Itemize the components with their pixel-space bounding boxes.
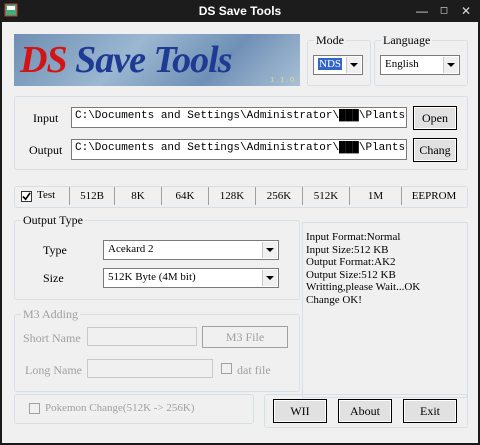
window-title: DS Save Tools xyxy=(198,4,282,18)
input-label: Input xyxy=(33,111,59,125)
log-line: Writting,please Wait...OK xyxy=(306,281,421,293)
logo-save: Save xyxy=(75,39,146,81)
change-button[interactable]: Chang xyxy=(413,138,457,162)
dat-file-label: dat file xyxy=(237,363,271,377)
chevron-down-icon xyxy=(346,57,361,73)
short-name-label: Short Name xyxy=(23,331,81,345)
language-group: Language English xyxy=(374,33,468,86)
type-value: Acekard 2 xyxy=(108,243,154,255)
io-group: Input C:\Documents and Settings\Administ… xyxy=(14,96,468,170)
test-checkbox[interactable] xyxy=(21,191,32,202)
title-bar: DS Save Tools — ◻ ✕ xyxy=(0,0,480,22)
size-label: Size xyxy=(43,271,64,285)
pokemon-group: Pokemon Change(512K -> 256K) xyxy=(14,394,254,424)
language-select[interactable]: English xyxy=(380,55,460,75)
size-strip: Test 512B 8K 64K 128K 256K 512K 1M EEPRO… xyxy=(14,186,468,208)
output-label: Output xyxy=(29,143,63,157)
output-path-field[interactable]: C:\Documents and Settings\Administrator\… xyxy=(71,139,407,160)
m3-adding-group: M3 Adding Short Name M3 File Long Name d… xyxy=(14,307,300,392)
m3-file-button[interactable]: M3 File xyxy=(202,326,288,348)
pokemon-checkbox[interactable] xyxy=(29,403,40,414)
mode-label: Mode xyxy=(314,33,346,48)
about-button[interactable]: About xyxy=(338,399,392,423)
size-value: 512K Byte (4M bit) xyxy=(108,271,196,283)
short-name-field[interactable] xyxy=(87,327,197,346)
long-name-label: Long Name xyxy=(25,363,82,377)
close-icon[interactable]: ✕ xyxy=(456,3,476,19)
size-option-512b[interactable]: 512B xyxy=(70,187,115,205)
type-label: Type xyxy=(43,243,67,257)
logo-ds: DS xyxy=(20,39,68,81)
log-line: Input Format:Normal xyxy=(306,231,401,243)
mode-select[interactable]: NDS xyxy=(313,55,363,75)
maximize-icon[interactable]: ◻ xyxy=(434,3,454,19)
size-option-64k[interactable]: 64K xyxy=(162,187,209,205)
m3-legend: M3 Adding xyxy=(21,307,81,322)
log-panel: Input Format:Normal Input Size:512 KB Ou… xyxy=(302,222,468,398)
size-option-8k[interactable]: 8K xyxy=(115,187,162,205)
log-line: Output Format:AK2 xyxy=(306,256,396,268)
language-label: Language xyxy=(381,33,433,48)
size-option-512k[interactable]: 512K xyxy=(303,187,350,205)
test-label: Test xyxy=(37,189,56,201)
type-select[interactable]: Acekard 2 xyxy=(103,240,279,260)
main-window: DS Save Tools 1.1.0 Mode NDS Language En… xyxy=(2,22,478,443)
log-line: Input Size:512 KB xyxy=(306,243,389,256)
size-select[interactable]: 512K Byte (4M bit) xyxy=(103,268,279,288)
wii-button[interactable]: WII xyxy=(273,399,327,423)
dat-file-checkbox[interactable] xyxy=(221,363,232,374)
long-name-field[interactable] xyxy=(87,359,213,378)
output-type-legend: Output Type xyxy=(21,213,85,228)
size-option-1m[interactable]: 1M xyxy=(350,187,402,205)
output-type-group: Output Type Type Acekard 2 Size 512K Byt… xyxy=(14,213,300,300)
logo-banner: DS Save Tools 1.1.0 xyxy=(14,34,300,86)
mode-group: Mode NDS xyxy=(307,33,371,86)
log-line: Output Size:512 KB xyxy=(306,268,396,281)
exit-button[interactable]: Exit xyxy=(403,399,457,423)
log-line: Change OK! xyxy=(306,293,362,306)
open-button[interactable]: Open xyxy=(413,106,457,130)
mode-value: NDS xyxy=(318,58,343,70)
action-buttons-group: WII About Exit xyxy=(264,394,468,428)
chevron-down-icon xyxy=(262,270,277,286)
size-option-eeprom[interactable]: EEPROM xyxy=(402,187,466,205)
input-path-field[interactable]: C:\Documents and Settings\Administrator\… xyxy=(71,107,407,128)
language-value: English xyxy=(385,58,419,70)
log-text: Input Format:Normal Input Size:512 KB Ou… xyxy=(306,231,420,306)
checkmark-icon xyxy=(22,192,31,201)
logo-tools: Tools xyxy=(153,39,232,81)
minimize-icon[interactable]: — xyxy=(412,3,432,19)
size-option-128k[interactable]: 128K xyxy=(209,187,256,205)
logo-version: 1.1.0 xyxy=(270,77,296,84)
chevron-down-icon xyxy=(443,57,458,73)
size-option-256k[interactable]: 256K xyxy=(256,187,303,205)
pokemon-label: Pokemon Change(512K -> 256K) xyxy=(45,402,195,414)
chevron-down-icon xyxy=(262,242,277,258)
